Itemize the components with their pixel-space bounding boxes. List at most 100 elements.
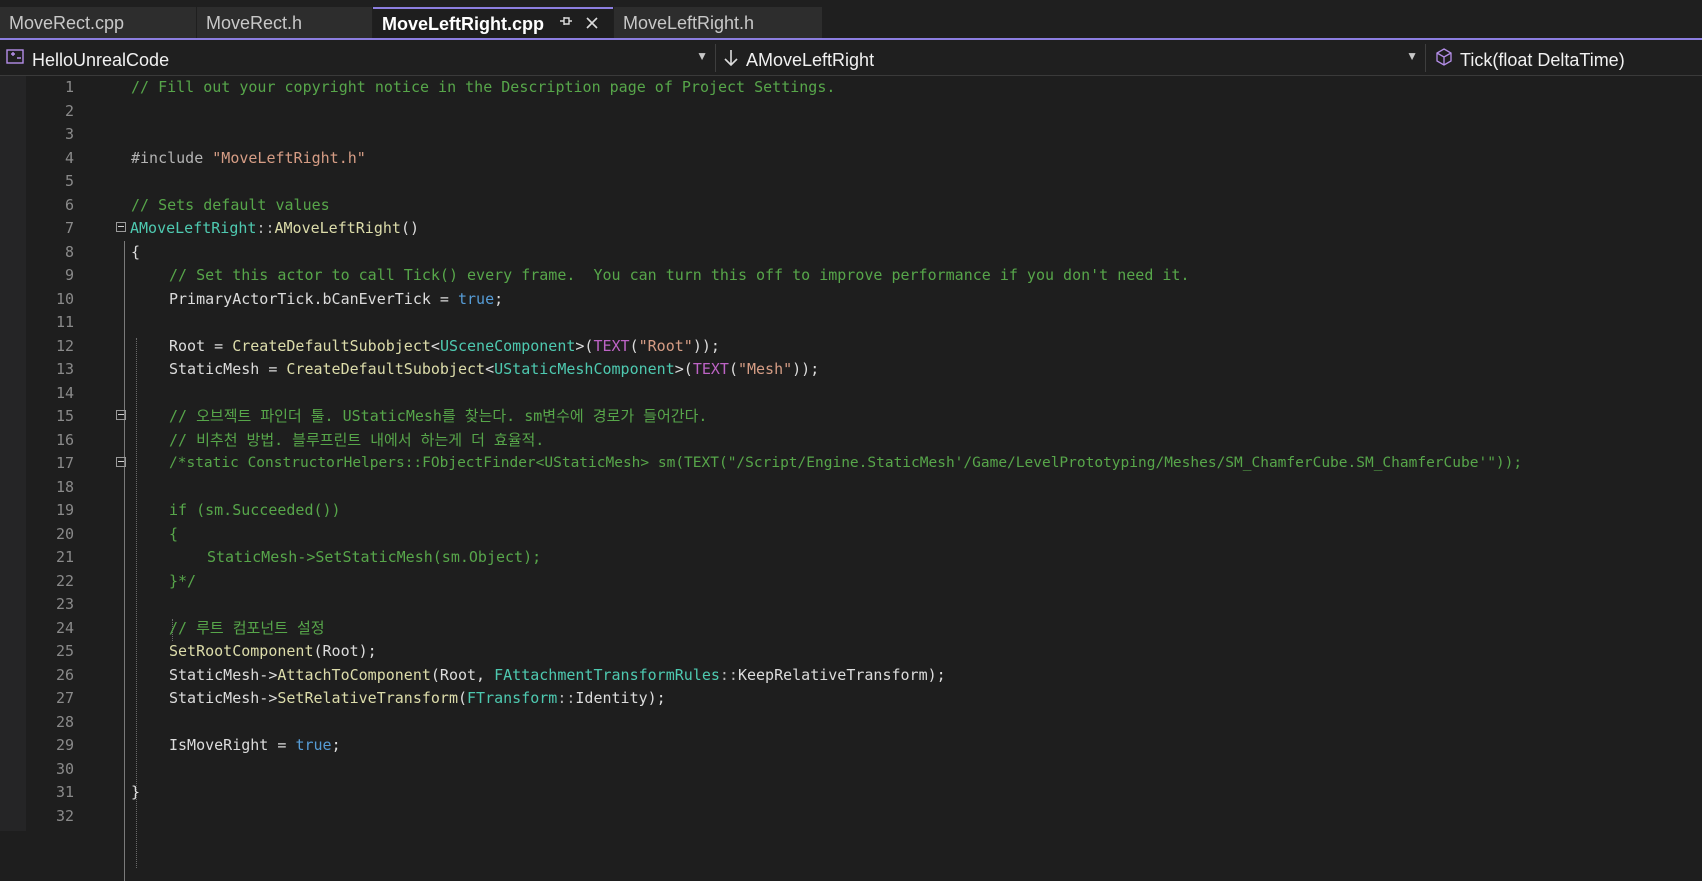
token: SetRootComponent [169,642,314,660]
nav-divider [715,44,716,72]
line-number: 32 [55,806,74,825]
token: ); [647,689,666,707]
code-line: 10 PrimaryActorTick.bCanEverTick = true; [0,288,1702,310]
code-text: { [131,242,141,261]
line-number: 1 [64,78,74,96]
line-number: 9 [64,266,74,284]
token: ( [458,689,468,707]
project-dropdown[interactable]: HelloUnrealCode ▼ [0,43,714,73]
token: true [457,289,495,308]
code-text: // 오브젝트 파인더 툴. UStaticMesh를 찾는다. sm변수에 경… [169,407,708,425]
code-text: StaticMesh->SetRelativeTransform(FTransf… [169,687,666,709]
code-line: 20 { [0,523,1702,545]
token: true [295,736,332,754]
scope-dropdown[interactable]: AMoveLeftRight ▼ [717,43,1424,73]
code-line: 13 StaticMesh = CreateDefaultSubobject<U… [0,358,1702,380]
code-line: 23 [0,593,1702,615]
line-number: 10 [55,289,74,308]
line-number: 3 [64,125,74,143]
token: ( [728,360,738,378]
token: (Root, [430,665,495,684]
collapse-icon[interactable] [116,222,126,232]
code-line: 29 IsMoveRight = true; [0,734,1702,756]
tab-moverect-h[interactable]: MoveRect.h [197,7,372,38]
code-text: Root = CreateDefaultSubobject<USceneComp… [169,335,720,357]
code-line: 5 [0,170,1702,192]
member-label: Tick(float DeltaTime) [1460,50,1625,70]
code-text: // Set this actor to call Tick() every f… [169,266,1190,284]
code-text: // 비추천 방법. 블루프린트 내에서 하는게 더 효율적. [169,430,545,449]
token: FAttachmentTransformRules [494,665,720,684]
token: :: [256,219,275,237]
token: >( [575,336,594,355]
code-text: if (sm.Succeeded()) [169,501,341,519]
line-number: 28 [55,712,74,731]
chevron-down-icon: ▼ [1406,49,1418,63]
token: )); [792,360,820,378]
code-text: IsMoveRight = true; [169,734,341,756]
token: AttachToComponent [277,665,431,684]
line-number: 13 [55,360,74,378]
token: StaticMesh-> [169,689,278,707]
token: CreateDefaultSubobject [232,336,431,355]
token: KeepRelativeTransform [737,665,928,684]
code-line: 26 StaticMesh->AttachToComponent(Root, F… [0,664,1702,686]
token: IsMoveRight = [169,736,296,754]
arrow-down-icon [723,48,739,73]
collapse-icon[interactable] [116,457,126,467]
token: ( [629,336,639,355]
code-line: 21 StaticMesh->SetStaticMesh(sm.Object); [0,546,1702,568]
collapse-icon[interactable] [116,410,126,420]
token: Root = [169,336,233,355]
code-editor[interactable]: 1 // Fill out your copyright notice in t… [0,76,1702,881]
token: PrimaryActorTick.bCanEverTick = [169,289,458,308]
tab-label: MoveLeftRight.cpp [382,14,544,34]
token: )); [692,336,720,355]
token: "Root" [638,336,693,355]
token: SetRelativeTransform [277,689,458,707]
line-number: 31 [55,783,74,801]
token: "MoveLeftRight.h" [212,148,366,167]
token: AMoveLeftRight [274,219,401,237]
code-text: StaticMesh->AttachToComponent(Root, FAtt… [169,664,946,686]
chevron-down-icon: ▼ [696,49,708,63]
code-line: 28 [0,711,1702,733]
tab-moveleftright-cpp[interactable]: MoveLeftRight.cpp [373,7,613,38]
tab-moveleftright-h[interactable]: MoveLeftRight.h [614,7,822,38]
tab-moverect-cpp[interactable]: MoveRect.cpp [0,7,196,38]
tab-label: MoveLeftRight.h [623,13,755,33]
code-line: 8 { [0,241,1702,263]
code-text: { [169,524,179,543]
code-line: 2 [0,100,1702,122]
line-number: 29 [55,736,74,754]
code-text: StaticMesh = CreateDefaultSubobject<USta… [169,358,819,380]
code-line: 30 [0,758,1702,780]
tab-label: MoveRect.cpp [9,13,125,33]
close-icon[interactable] [585,11,599,36]
code-line: 17 /*static ConstructorHelpers::FObjectF… [0,452,1702,474]
line-number: 12 [55,336,74,355]
project-icon [6,48,26,71]
pin-icon[interactable] [559,14,573,33]
code-line: 12 Root = CreateDefaultSubobject<USceneC… [0,335,1702,357]
line-number: 8 [64,242,74,261]
line-number: 25 [55,642,74,660]
token: "Mesh" [737,360,793,378]
code-text: // Fill out your copyright notice in the… [131,78,836,96]
line-number: 30 [55,759,74,778]
line-number: 24 [55,618,74,637]
code-line: 31 } [0,781,1702,803]
code-line: 11 [0,311,1702,333]
token: AMoveLeftRight [130,219,257,237]
code-text: /*static ConstructorHelpers::FObjectFind… [169,455,1523,471]
code-line: 1 // Fill out your copyright notice in t… [0,76,1702,98]
code-line: 3 [0,123,1702,145]
line-number: 6 [64,195,74,214]
token: ); [927,665,946,684]
token: #include [131,148,213,167]
line-number: 5 [64,172,74,190]
token: < [485,360,495,378]
code-text: // Sets default values [131,195,330,214]
code-text: } [131,783,141,801]
member-dropdown[interactable]: Tick(float DeltaTime) [1427,43,1702,73]
